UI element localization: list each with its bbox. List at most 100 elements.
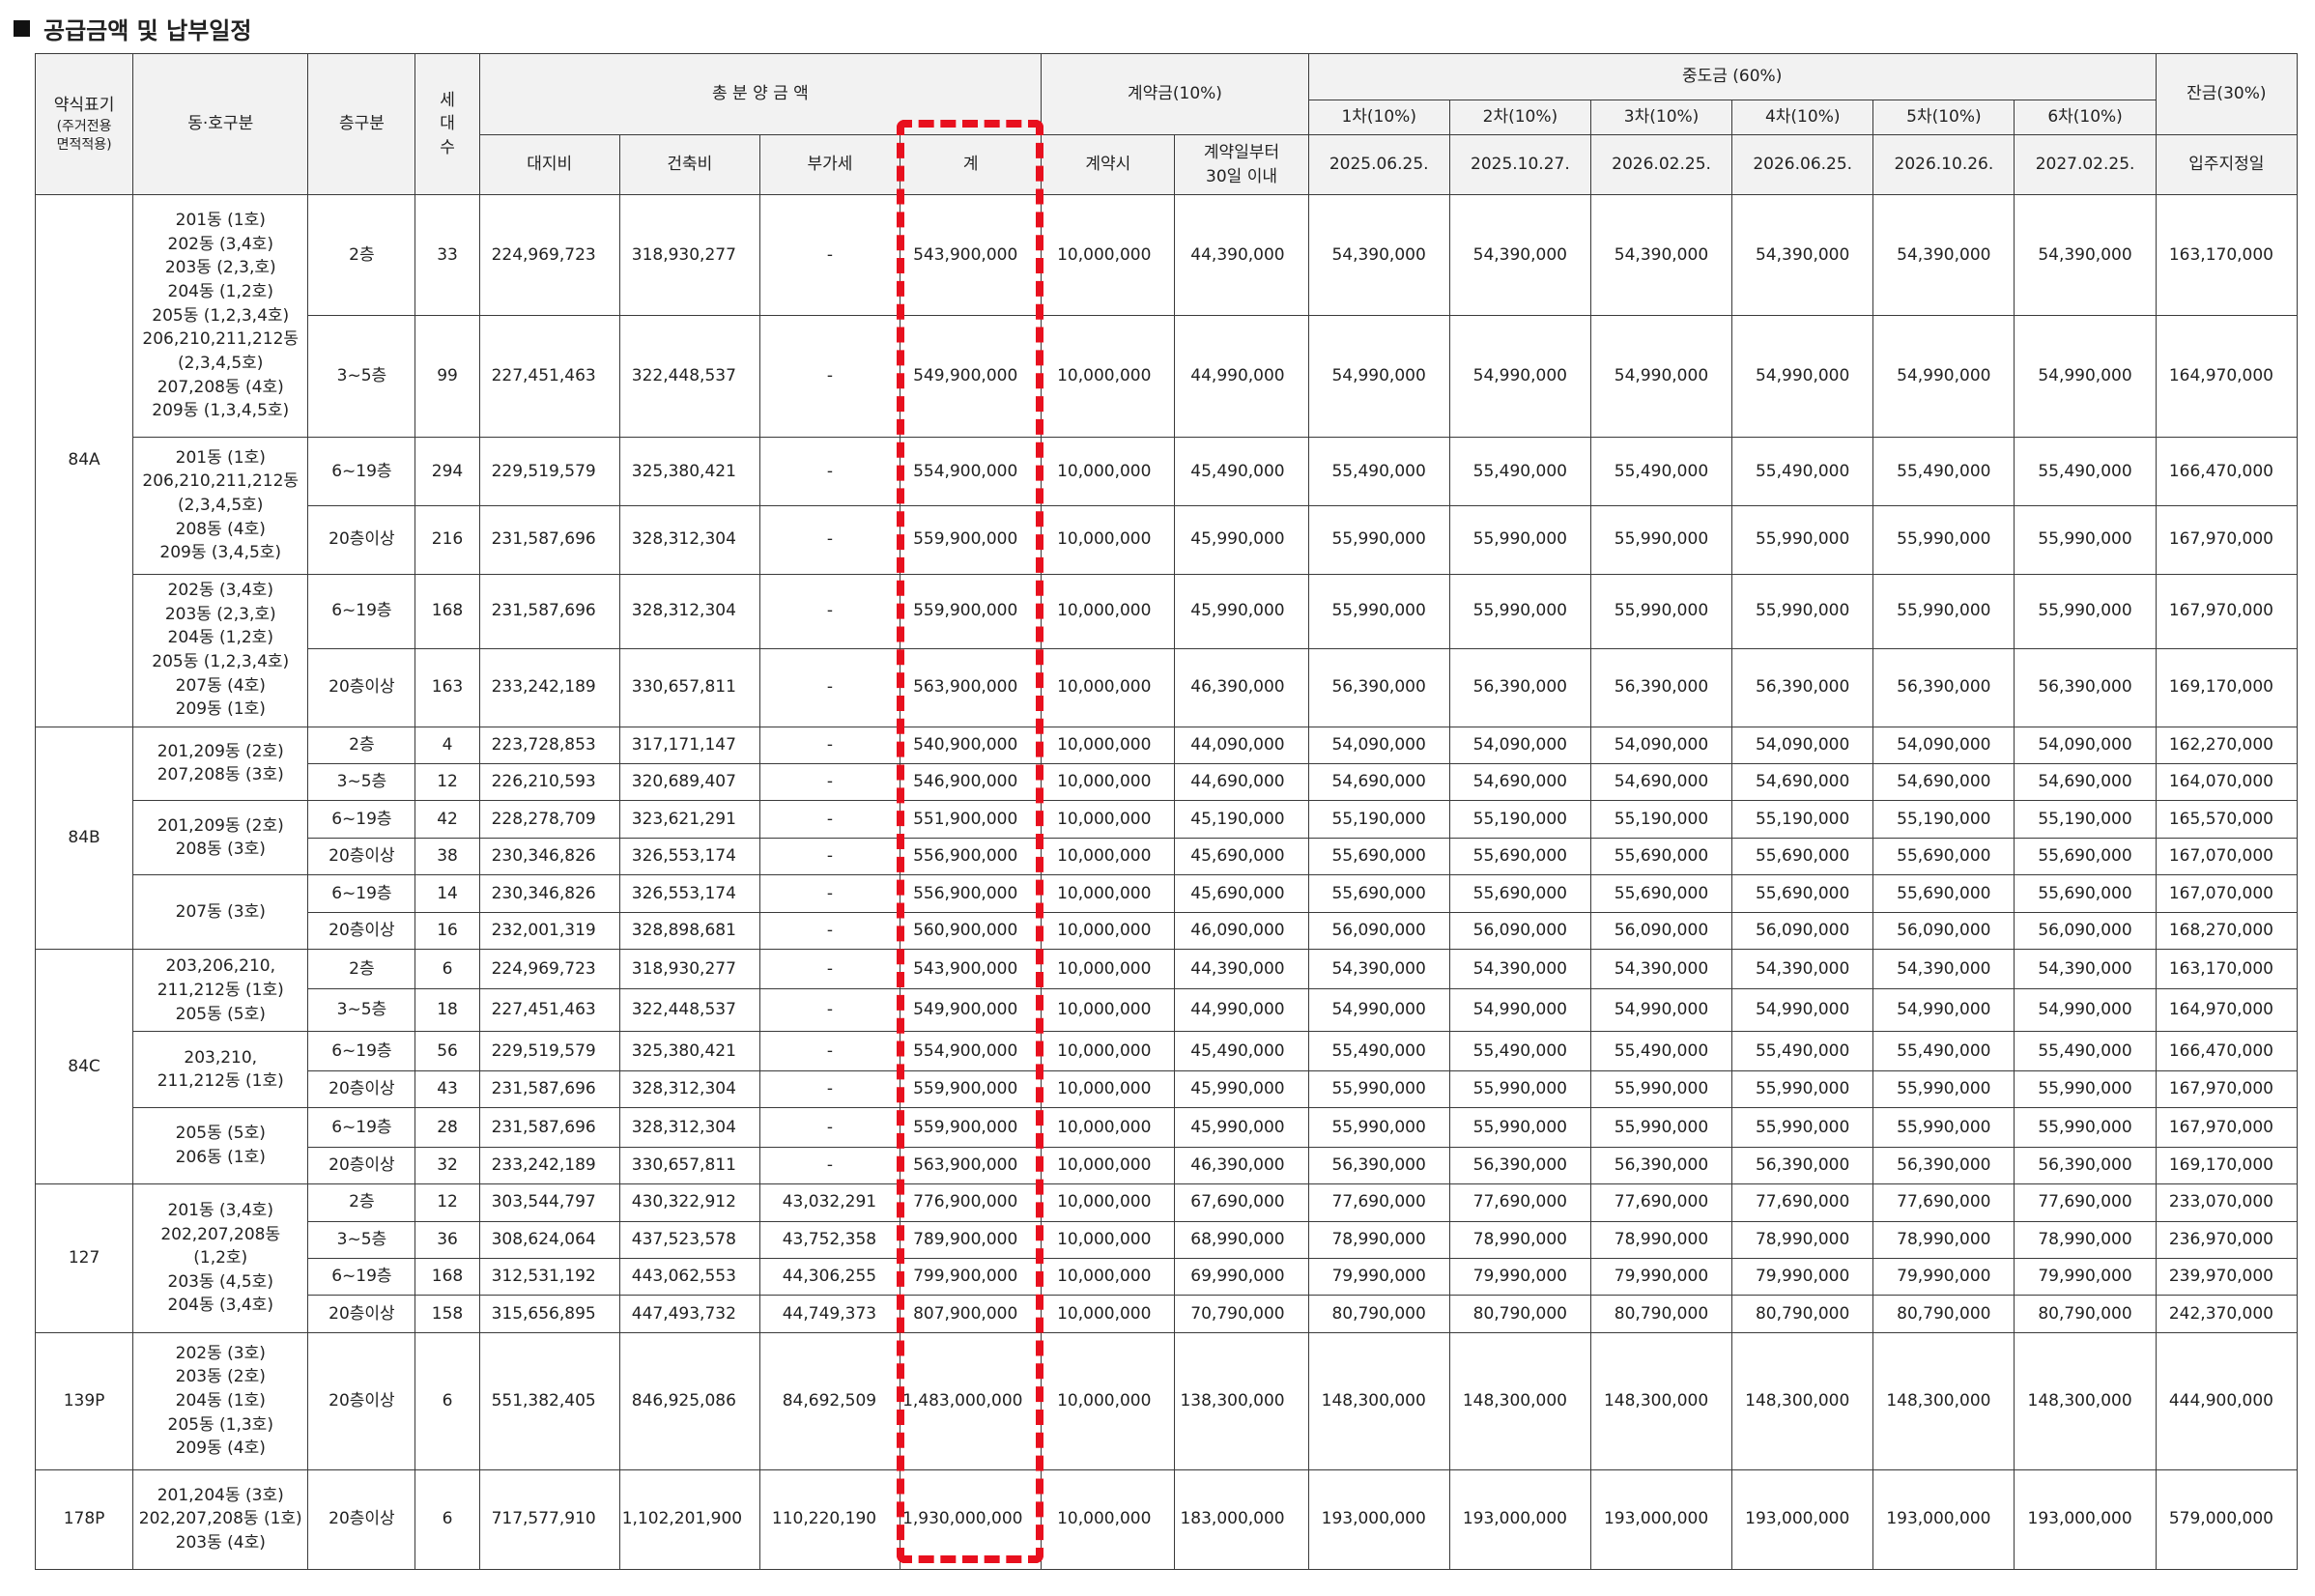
header-mid-date-6: 2027.02.25. bbox=[2014, 134, 2157, 195]
middle-payment-cell: 77,690,000 bbox=[1589, 1183, 1733, 1222]
middle-payment-cell: 56,390,000 bbox=[1872, 647, 2015, 727]
header-total: 총 분 양 금 액 bbox=[478, 53, 1043, 135]
balance-cell: 167,970,000 bbox=[2155, 504, 2299, 575]
land-cost-cell: 224,969,723 bbox=[478, 949, 620, 989]
contract-on-cell: 10,000,000 bbox=[1041, 573, 1176, 649]
middle-payment-cell: 79,990,000 bbox=[2014, 1257, 2157, 1297]
floor-cell: 6~19층 bbox=[307, 1107, 416, 1148]
households-cell: 4 bbox=[414, 726, 480, 764]
total-cell: 554,900,000 bbox=[900, 436, 1043, 506]
header-mid-2: 2차(10%) bbox=[1448, 100, 1591, 135]
balance-cell: 167,970,000 bbox=[2155, 573, 2299, 649]
middle-payment-cell: 55,690,000 bbox=[1448, 837, 1591, 876]
building-cost-cell: 1,102,201,900 bbox=[618, 1468, 760, 1571]
square-bullet-icon bbox=[14, 20, 30, 37]
middle-payment-cell: 55,990,000 bbox=[1872, 573, 2015, 649]
vat-cell: 43,032,291 bbox=[758, 1183, 901, 1222]
middle-payment-cell: 55,690,000 bbox=[2014, 874, 2157, 913]
middle-payment-cell: 77,690,000 bbox=[1872, 1183, 2015, 1222]
floor-cell: 20층이상 bbox=[307, 911, 416, 951]
contract-30-cell: 44,990,000 bbox=[1174, 987, 1309, 1033]
households-cell: 42 bbox=[414, 800, 480, 839]
contract-30-cell: 45,990,000 bbox=[1174, 504, 1309, 575]
contract-on-cell: 10,000,000 bbox=[1041, 911, 1176, 951]
middle-payment-cell: 54,390,000 bbox=[1448, 193, 1591, 317]
dong-ho-cell: 207동 (3호) bbox=[132, 874, 309, 951]
middle-payment-cell: 78,990,000 bbox=[1872, 1220, 2015, 1259]
vat-cell: - bbox=[758, 647, 901, 727]
middle-payment-cell: 56,390,000 bbox=[1589, 1146, 1733, 1185]
contract-30-cell: 45,490,000 bbox=[1174, 436, 1309, 506]
total-cell: 556,900,000 bbox=[900, 874, 1043, 913]
middle-payment-cell: 55,990,000 bbox=[2014, 1069, 2157, 1109]
balance-cell: 579,000,000 bbox=[2155, 1468, 2299, 1571]
vat-cell: 43,752,358 bbox=[758, 1220, 901, 1259]
land-cost-cell: 227,451,463 bbox=[478, 987, 620, 1033]
middle-payment-cell: 80,790,000 bbox=[1589, 1295, 1733, 1333]
dong-ho-cell: 201동 (1호) 202동 (3,4호) 203동 (2,3,호) 204동 … bbox=[132, 194, 309, 438]
balance-cell: 167,070,000 bbox=[2155, 837, 2299, 876]
total-cell: 560,900,000 bbox=[900, 911, 1043, 951]
floor-cell: 3~5층 bbox=[307, 1220, 416, 1259]
floor-cell: 6~19층 bbox=[307, 573, 416, 649]
table-row: 3~5층 36 308,624,064 437,523,578 43,752,358 78… bbox=[36, 1220, 2299, 1259]
dong-ho-cell: 202동 (3,4호) 203동 (2,3,호) 204동 (1,2호) 205… bbox=[132, 573, 309, 727]
middle-payment-cell: 193,000,000 bbox=[1307, 1468, 1450, 1571]
middle-payment-cell: 77,690,000 bbox=[1307, 1183, 1450, 1222]
land-cost-cell: 233,242,189 bbox=[478, 647, 620, 727]
building-cost-cell: 318,930,277 bbox=[618, 193, 760, 317]
building-cost-cell: 322,448,537 bbox=[618, 987, 760, 1033]
vat-cell: - bbox=[758, 573, 901, 649]
middle-payment-cell: 54,990,000 bbox=[1589, 987, 1733, 1033]
middle-payment-cell: 55,990,000 bbox=[1589, 1069, 1733, 1109]
middle-payment-cell: 193,000,000 bbox=[1589, 1468, 1733, 1571]
contract-on-cell: 10,000,000 bbox=[1041, 1257, 1176, 1297]
total-cell: 556,900,000 bbox=[900, 837, 1043, 876]
land-cost-cell: 230,346,826 bbox=[478, 837, 620, 876]
households-cell: 12 bbox=[414, 762, 480, 802]
contract-on-cell: 10,000,000 bbox=[1041, 949, 1176, 989]
middle-payment-cell: 80,790,000 bbox=[1448, 1295, 1591, 1333]
contract-30-cell: 44,390,000 bbox=[1174, 193, 1309, 317]
middle-payment-cell: 54,690,000 bbox=[1307, 762, 1450, 802]
table-row: 84B 201,209동 (2호) 207,208동 (3호) 2층 4 223,728… bbox=[34, 726, 2299, 951]
middle-payment-cell: 54,690,000 bbox=[1589, 762, 1733, 802]
households-cell: 216 bbox=[414, 504, 480, 575]
balance-cell: 167,970,000 bbox=[2155, 1107, 2299, 1148]
middle-payment-cell: 148,300,000 bbox=[1307, 1331, 1450, 1470]
balance-cell: 164,970,000 bbox=[2155, 315, 2299, 438]
contract-on-cell: 10,000,000 bbox=[1041, 1295, 1176, 1333]
middle-payment-cell: 56,390,000 bbox=[1307, 1146, 1450, 1185]
contract-on-cell: 10,000,000 bbox=[1041, 837, 1176, 876]
middle-payment-cell: 54,690,000 bbox=[1448, 762, 1591, 802]
building-cost-cell: 430,322,912 bbox=[618, 1183, 760, 1222]
vat-cell: - bbox=[758, 726, 901, 764]
total-cell: 1,930,000,000 bbox=[900, 1468, 1043, 1571]
land-cost-cell: 308,624,064 bbox=[478, 1220, 620, 1259]
middle-payment-cell: 55,990,000 bbox=[2014, 573, 2157, 649]
table-row: 20층이상 43 231,587,696 328,312,304-559,900,00… bbox=[36, 1069, 2299, 1109]
header-mid-date-5: 2026.10.26. bbox=[1872, 134, 2015, 195]
balance-cell: 164,070,000 bbox=[2155, 762, 2299, 802]
middle-payment-cell: 55,690,000 bbox=[1589, 874, 1733, 913]
contract-on-cell: 10,000,000 bbox=[1041, 987, 1176, 1033]
floor-cell: 6~19층 bbox=[307, 874, 416, 913]
header-type-label: 약식표기 bbox=[53, 96, 115, 116]
households-cell: 28 bbox=[414, 1107, 480, 1148]
table-row: 201,209동 (2호) 208동 (3호) 6~19층 42 228,278,70… bbox=[36, 800, 2299, 876]
header-households: 세 대 수 bbox=[414, 53, 480, 195]
contract-30-cell: 44,990,000 bbox=[1174, 315, 1309, 438]
balance-cell: 165,570,000 bbox=[2155, 800, 2299, 839]
middle-payment-cell: 54,690,000 bbox=[1731, 762, 1874, 802]
floor-cell: 3~5층 bbox=[307, 315, 416, 438]
contract-30-cell: 45,690,000 bbox=[1174, 874, 1309, 913]
price-schedule-table: 약식표기 (주거전용 면적적용) 동·호구분 층구분 세 대 수 총 분 양 금… bbox=[34, 53, 2299, 1571]
middle-payment-cell: 54,990,000 bbox=[1589, 315, 1733, 438]
middle-payment-cell: 55,490,000 bbox=[1307, 1031, 1450, 1071]
vat-cell: - bbox=[758, 762, 901, 802]
middle-payment-cell: 55,990,000 bbox=[1589, 1107, 1733, 1148]
table-row: 6~19층 168 312,531,192 443,062,553 44,306,255… bbox=[36, 1257, 2299, 1297]
header-balance-date: 입주지정일 bbox=[2155, 134, 2299, 195]
land-cost-cell: 315,656,895 bbox=[478, 1295, 620, 1333]
contract-30-cell: 45,990,000 bbox=[1174, 573, 1309, 649]
